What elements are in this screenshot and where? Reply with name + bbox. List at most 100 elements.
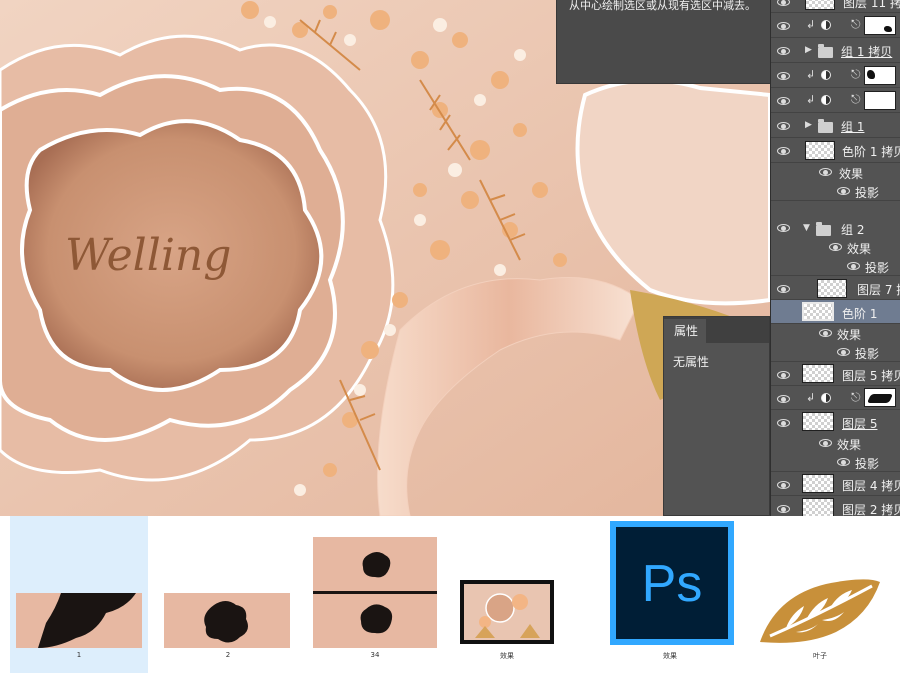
- tab-properties[interactable]: 属性: [664, 319, 707, 343]
- layer-name[interactable]: 组 1 拷贝: [841, 43, 892, 60]
- link-chain-icon[interactable]: ⎋: [851, 92, 861, 107]
- layer-row[interactable]: 图层 5: [771, 410, 900, 434]
- thumbnail-item[interactable]: 34: [308, 516, 442, 673]
- folder-icon: [818, 119, 833, 133]
- thumbnail-caption: 叶子: [813, 652, 827, 660]
- clip-arrow-icon: ↲: [806, 93, 816, 106]
- layer-row[interactable]: 图层 4 拷贝: [771, 472, 900, 496]
- layer-row[interactable]: 图层 7 拷: [771, 276, 900, 300]
- thumbnail-caption: 1: [76, 651, 82, 659]
- visibility-eye-icon[interactable]: [777, 46, 791, 56]
- visibility-eye-icon[interactable]: [777, 21, 791, 31]
- properties-content: 无属性: [673, 355, 710, 369]
- visibility-eye-icon[interactable]: [837, 457, 851, 467]
- visibility-eye-icon[interactable]: [829, 242, 843, 252]
- visibility-eye-icon[interactable]: [777, 71, 791, 81]
- thumbnail-item[interactable]: 效果: [455, 516, 559, 673]
- layer-row[interactable]: 色阶 1 拷贝: [771, 138, 900, 163]
- effect-drop-shadow-label: 投影: [855, 457, 880, 471]
- thumbnail-image: [16, 593, 142, 648]
- visibility-eye-icon[interactable]: [819, 167, 833, 177]
- layer-name[interactable]: 色阶 1: [842, 305, 877, 322]
- thumbnail-caption: 效果: [663, 652, 677, 660]
- effects-label: 效果: [847, 242, 872, 256]
- layer-row[interactable]: ↲ ⎋: [771, 88, 900, 113]
- clip-arrow-icon: ↲: [806, 68, 816, 81]
- visibility-eye-icon[interactable]: [847, 261, 861, 271]
- layer-thumbnail: [817, 279, 847, 298]
- layer-effect-item-row[interactable]: 投影: [771, 453, 900, 472]
- visibility-eye-icon[interactable]: [777, 480, 791, 490]
- thumbnail-item[interactable]: Ps 效果: [600, 516, 740, 673]
- layer-row[interactable]: 图层 2 拷贝: [771, 496, 900, 516]
- thumbnail-caption: 34: [370, 651, 380, 659]
- layer-thumbnail: [802, 302, 834, 321]
- layer-name[interactable]: 图层 11 拷贝: [843, 0, 900, 11]
- adjustment-layer-icon: [821, 95, 831, 105]
- thumbnail-caption: 效果: [500, 652, 514, 660]
- layer-mask-thumbnail: [864, 66, 896, 85]
- visibility-eye-icon[interactable]: [837, 347, 851, 357]
- layer-row[interactable]: 图层 5 拷贝: [771, 362, 900, 386]
- layer-effect-item-row[interactable]: 投影: [771, 257, 900, 276]
- layer-effects-row[interactable]: 效果: [771, 434, 900, 453]
- layer-row-selected[interactable]: 色阶 1: [771, 300, 900, 324]
- expand-arrow-icon[interactable]: ▶: [805, 45, 812, 55]
- visibility-eye-icon[interactable]: [819, 438, 833, 448]
- layers-panel: 图层 11 拷贝 ↲ ⎋ ▶ 组 1 拷贝 ↲ ⎋ ↲: [770, 0, 900, 516]
- visibility-eye-icon[interactable]: [777, 504, 791, 514]
- visibility-eye-icon[interactable]: [777, 146, 791, 156]
- layer-row[interactable]: ↲ ⎋: [771, 63, 900, 88]
- layer-name[interactable]: 图层 7 拷: [857, 281, 900, 298]
- layer-name[interactable]: 色阶 1 拷贝: [842, 143, 900, 160]
- folder-open-icon: [816, 222, 831, 236]
- layer-name[interactable]: 图层 5: [842, 415, 877, 432]
- effect-drop-shadow-label: 投影: [855, 186, 880, 200]
- visibility-eye-icon[interactable]: [777, 284, 791, 294]
- visibility-eye-icon[interactable]: [777, 121, 791, 131]
- layer-row[interactable]: ▼ 组 2: [771, 219, 900, 238]
- visibility-eye-icon[interactable]: [777, 394, 791, 404]
- thumbnail-item[interactable]: 1: [10, 516, 148, 673]
- layer-name[interactable]: 图层 4 拷贝: [842, 477, 900, 494]
- layer-effects-row[interactable]: 效果: [771, 163, 900, 182]
- layer-row[interactable]: ▶ 组 1 拷贝: [771, 38, 900, 63]
- layer-name[interactable]: 组 1: [841, 118, 864, 135]
- thumbnail-strip: 1 2 34 效果 Ps 效果 叶子: [0, 516, 900, 673]
- link-chain-icon[interactable]: ⎋: [851, 67, 861, 82]
- layer-effects-row[interactable]: 效果: [771, 324, 900, 343]
- adjustment-layer-icon: [821, 20, 831, 30]
- visibility-eye-icon[interactable]: [777, 370, 791, 380]
- layer-row[interactable]: ↲ ⎋: [771, 13, 900, 38]
- thumbnail-item[interactable]: 2: [160, 516, 296, 673]
- layer-thumbnail: [805, 0, 835, 10]
- layer-effects-row[interactable]: 效果: [771, 238, 900, 257]
- visibility-eye-icon[interactable]: [819, 328, 833, 338]
- layer-row[interactable]: ▶ 组 1: [771, 113, 900, 138]
- layer-name[interactable]: 图层 5 拷贝: [842, 367, 900, 384]
- effects-label: 效果: [837, 328, 862, 342]
- visibility-eye-icon[interactable]: [777, 96, 791, 106]
- layer-name[interactable]: 组 2: [841, 221, 864, 238]
- tooltip-text: 从中心绘制选区或从现有选区中减去。: [569, 0, 756, 12]
- layer-name[interactable]: 图层 2 拷贝: [842, 501, 900, 516]
- visibility-eye-icon[interactable]: [777, 418, 791, 428]
- link-chain-icon[interactable]: ⎋: [851, 390, 861, 405]
- layer-effect-item-row[interactable]: 投影: [771, 182, 900, 201]
- adjustment-layer-icon: [821, 70, 831, 80]
- thumbnail-item[interactable]: 叶子: [752, 516, 888, 673]
- visibility-eye-icon[interactable]: [777, 223, 791, 233]
- thumbnail-image: [313, 537, 437, 648]
- collapse-arrow-icon[interactable]: ▼: [803, 223, 810, 233]
- expand-arrow-icon[interactable]: ▶: [805, 120, 812, 130]
- layer-row[interactable]: ↲ ⎋: [771, 386, 900, 410]
- ps-icon-text: Ps: [642, 555, 703, 613]
- layer-mask-thumbnail: [864, 16, 896, 35]
- layer-effect-item-row[interactable]: 投影: [771, 343, 900, 362]
- layer-row[interactable]: 图层 11 拷贝: [771, 0, 900, 13]
- link-chain-icon[interactable]: ⎋: [851, 17, 861, 32]
- photoshop-app-icon: Ps: [610, 521, 734, 645]
- script-text: Welling: [65, 230, 231, 281]
- visibility-eye-icon[interactable]: [837, 186, 851, 196]
- visibility-eye-icon[interactable]: [777, 0, 791, 7]
